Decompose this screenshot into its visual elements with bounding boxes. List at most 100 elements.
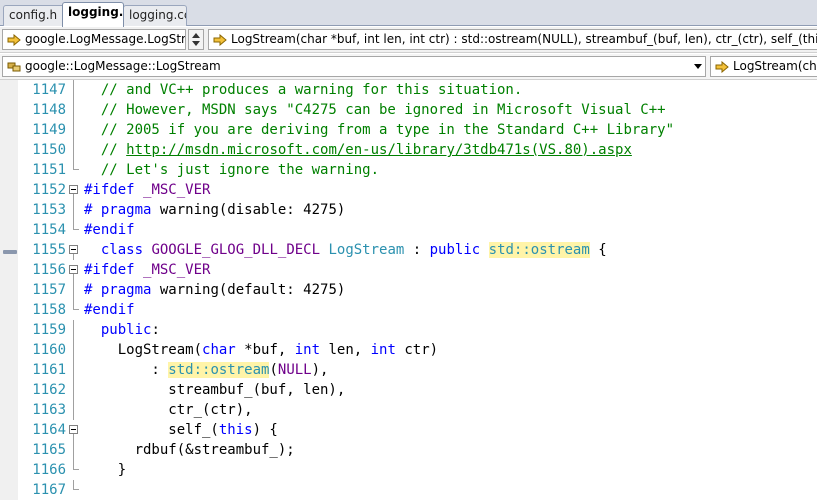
code-line[interactable]: 1165 rdbuf(&streambuf_); [0,440,817,460]
code-token: ctr_(ctr), [84,402,253,418]
code-line[interactable]: 1164 self_(this) { [0,420,817,440]
tab-config-h[interactable]: config.h [3,5,65,26]
code-line[interactable]: 1159 public: [0,320,817,340]
code-text: // and VC++ produces a warning for this … [84,80,522,100]
code-token: ctr) [395,342,439,358]
line-number: 1147 [32,82,66,98]
scope-combo[interactable]: google.LogMessage.LogStr [2,29,186,50]
code-token: } [84,462,127,478]
scope-spinner[interactable] [188,29,204,50]
tab-logging-cc[interactable]: logging.cc [123,5,187,26]
code-line[interactable]: 1148 // However, MSDN says "C4275 can be… [0,100,817,120]
tab-label: logging.h [68,5,124,19]
code-token: : [84,362,169,378]
code-line[interactable]: 1167 [0,480,817,500]
code-token: LogStream( [84,342,203,358]
navigation-bar-top: google.LogMessage.LogStr LogStream(char … [0,27,817,53]
outline-guide [73,320,74,340]
code-token: class [100,242,144,258]
code-token: ( [269,362,278,378]
code-token: std::ostream [168,362,270,378]
line-number: 1153 [32,202,66,218]
code-token: int [370,342,396,358]
code-line[interactable]: 1154 #endif [0,220,817,240]
code-line[interactable]: 1155 class GOOGLE_GLOG_DLL_DECL LogStrea… [0,240,817,260]
collapse-box-icon[interactable] [69,245,78,254]
code-line[interactable]: 1162 streambuf_(buf, len), [0,380,817,400]
outline-guide [73,80,74,100]
code-text: # pragma warning(default: 4275) [84,280,345,300]
class-icon [7,62,21,72]
code-text: : std::ostream(NULL), [84,360,328,380]
code-text: // 2005 if you are deriving from a type … [84,120,674,140]
code-token: # pragma [84,282,152,298]
collapse-box-icon[interactable] [69,425,78,434]
code-line[interactable]: 1166 } [0,460,817,480]
outline-end [73,229,79,230]
member-combo[interactable]: LogStream(char *buf, int len, int ctr) :… [208,29,817,50]
code-token: *buf, [235,342,295,358]
code-text: #ifdef _MSC_VER [84,260,210,280]
arrow-right-icon [715,61,729,73]
line-number: 1156 [32,262,66,278]
outline-guide [73,400,74,420]
code-token: // However, MSDN says "C4275 can be igno… [84,102,666,118]
code-text: // However, MSDN says "C4275 can be igno… [84,100,666,120]
line-number: 1160 [32,342,66,358]
code-token: public [100,322,152,338]
code-token: ) { [252,422,278,438]
code-line[interactable]: 1158 #endif [0,300,817,320]
line-number: 1154 [32,222,66,238]
line-number: 1151 [32,162,66,178]
tab-label: config.h [9,8,58,22]
code-token: // 2005 if you are deriving from a type … [84,122,675,138]
code-editor[interactable]: 1147 // and VC++ produces a warning for … [0,80,817,500]
collapse-box-icon[interactable] [69,265,78,274]
code-token: : [404,242,430,258]
code-token: rdbuf(&streambuf_); [84,442,295,458]
line-number: 1165 [32,442,66,458]
tab-logging-h[interactable]: logging.h [62,2,124,27]
line-number: 1158 [32,302,66,318]
code-line[interactable]: 1160 LogStream(char *buf, int len, int c… [0,340,817,360]
code-token: this [218,422,253,438]
code-token: // [84,142,127,158]
code-line[interactable]: 1163 ctr_(ctr), [0,400,817,420]
navigation-bar-bottom: google::LogMessage::LogStream LogStream(… [0,54,817,80]
code-line[interactable]: 1156 #ifdef _MSC_VER [0,260,817,280]
code-line[interactable]: 1149 // 2005 if you are deriving from a … [0,120,817,140]
code-text: streambuf_(buf, len), [84,380,345,400]
code-token: // and VC++ produces a warning for this … [84,82,523,98]
code-text: // http://msdn.microsoft.com/en-us/libra… [84,140,632,160]
code-text: rdbuf(&streambuf_); [84,440,295,460]
code-token: : [151,322,160,338]
code-token: int [294,342,321,358]
outline-guide [73,440,74,460]
code-line[interactable]: 1152 #ifdef _MSC_VER [0,180,817,200]
collapse-box-icon[interactable] [69,185,78,194]
chevron-down-icon [694,64,702,69]
code-token: LogStream [328,242,405,258]
code-line[interactable]: 1151 // Let's just ignore the warning. [0,160,817,180]
code-token: { [589,242,607,258]
code-token[interactable]: http://msdn.microsoft.com/en-us/library/… [126,142,632,158]
line-number: 1162 [32,382,66,398]
code-line[interactable]: 1153 # pragma warning(disable: 4275) [0,200,817,220]
method-combo[interactable]: LogStream(char [710,56,817,77]
code-line[interactable]: 1157 # pragma warning(default: 4275) [0,280,817,300]
code-line[interactable]: 1150 // http://msdn.microsoft.com/en-us/… [0,140,817,160]
outline-guide [73,340,74,360]
arrow-right-icon [7,34,21,46]
code-token: NULL [277,362,312,378]
code-line[interactable]: 1147 // and VC++ produces a warning for … [0,80,817,100]
class-combo[interactable]: google::LogMessage::LogStream [2,56,706,77]
outline-guide [73,120,74,140]
line-number: 1152 [32,182,66,198]
outline-guide [73,140,74,160]
line-number: 1163 [32,402,66,418]
code-line[interactable]: 1161 : std::ostream(NULL), [0,360,817,380]
outline-end [73,489,79,490]
